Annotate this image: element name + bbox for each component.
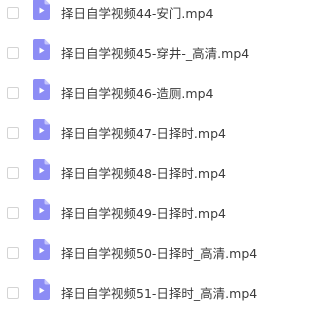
video-file-icon: [33, 0, 50, 20]
video-file-icon: [33, 239, 50, 260]
file-row[interactable]: 择日自学视频51-日择时_高清.mp4: [0, 274, 312, 314]
file-row[interactable]: 择日自学视频49-日择时.mp4: [0, 194, 312, 234]
row-checkbox[interactable]: [7, 87, 19, 99]
row-checkbox[interactable]: [7, 247, 19, 259]
file-row[interactable]: 择日自学视频50-日择时_高清.mp4: [0, 234, 312, 274]
file-name[interactable]: 择日自学视频48-日择时.mp4: [61, 166, 226, 182]
file-name[interactable]: 择日自学视频47-日择时.mp4: [61, 126, 226, 142]
row-checkbox[interactable]: [7, 7, 19, 19]
video-file-icon: [33, 159, 50, 180]
file-row[interactable]: 择日自学视频44-安门.mp4: [0, 0, 312, 34]
file-row[interactable]: 择日自学视频48-日择时.mp4: [0, 154, 312, 194]
video-file-icon: [33, 79, 50, 100]
row-checkbox[interactable]: [7, 287, 19, 299]
file-list: 择日自学视频44-安门.mp4 择日自学视频45-穿井-_高清.mp4 择日自学…: [0, 0, 312, 320]
file-row[interactable]: 择日自学视频47-日择时.mp4: [0, 114, 312, 154]
video-file-icon: [33, 199, 50, 220]
file-name[interactable]: 择日自学视频46-造厕.mp4: [61, 86, 213, 102]
file-name[interactable]: 择日自学视频50-日择时_高清.mp4: [61, 246, 257, 262]
file-name[interactable]: 择日自学视频44-安门.mp4: [61, 6, 213, 22]
row-checkbox[interactable]: [7, 207, 19, 219]
file-row[interactable]: 择日自学视频45-穿井-_高清.mp4: [0, 34, 312, 74]
video-file-icon: [33, 39, 50, 60]
file-name[interactable]: 择日自学视频49-日择时.mp4: [61, 206, 226, 222]
row-checkbox[interactable]: [7, 167, 19, 179]
file-name[interactable]: 择日自学视频51-日择时_高清.mp4: [61, 286, 257, 302]
row-checkbox[interactable]: [7, 127, 19, 139]
video-file-icon: [33, 279, 50, 300]
row-checkbox[interactable]: [7, 47, 19, 59]
file-name[interactable]: 择日自学视频45-穿井-_高清.mp4: [61, 46, 249, 62]
file-row[interactable]: 择日自学视频46-造厕.mp4: [0, 74, 312, 114]
video-file-icon: [33, 119, 50, 140]
